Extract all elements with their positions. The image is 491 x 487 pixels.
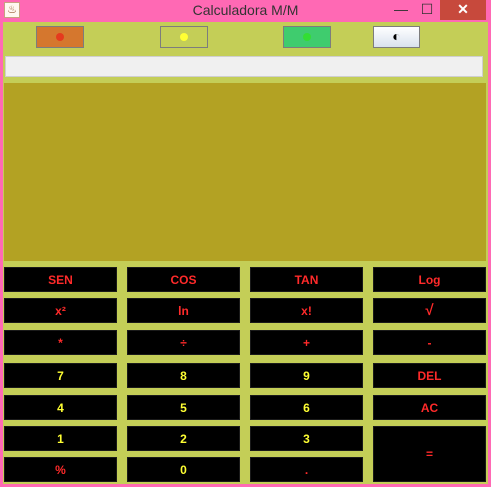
result-display — [4, 83, 486, 261]
four-button[interactable]: 4 — [4, 395, 117, 420]
sqrt-button[interactable]: √ — [373, 298, 486, 323]
contrast-icon: ◐ — [392, 28, 401, 44]
three-button[interactable]: 3 — [250, 426, 363, 451]
equals-button[interactable]: = — [373, 426, 486, 482]
two-button[interactable]: 2 — [127, 426, 240, 451]
sen-button[interactable]: SEN — [4, 267, 117, 292]
square-button[interactable]: x² — [4, 298, 117, 323]
cos-button[interactable]: COS — [127, 267, 240, 292]
zero-button[interactable]: 0 — [127, 457, 240, 482]
divide-button[interactable]: ÷ — [127, 330, 240, 355]
five-button[interactable]: 5 — [127, 395, 240, 420]
plus-button[interactable]: + — [250, 330, 363, 355]
expression-input[interactable] — [5, 56, 483, 77]
ac-button[interactable]: AC — [373, 395, 486, 420]
calculator-panel: ◐ SEN COS TAN Log x² ln x! √ * ÷ + - 7 8… — [3, 22, 488, 484]
close-button[interactable]: ✕ — [440, 0, 486, 20]
minimize-button[interactable]: — — [388, 0, 414, 20]
factorial-button[interactable]: x! — [250, 298, 363, 323]
orange-dot-icon — [56, 33, 64, 41]
one-button[interactable]: 1 — [4, 426, 117, 451]
nine-button[interactable]: 9 — [250, 363, 363, 388]
six-button[interactable]: 6 — [250, 395, 363, 420]
title-bar: ♨ Calculadora M/M — ☐ ✕ — [0, 0, 491, 22]
log-button[interactable]: Log — [373, 267, 486, 292]
ln-button[interactable]: ln — [127, 298, 240, 323]
decimal-point-button[interactable]: . — [250, 457, 363, 482]
tan-button[interactable]: TAN — [250, 267, 363, 292]
yellow-theme-button[interactable] — [160, 26, 208, 48]
green-theme-button[interactable] — [283, 26, 331, 48]
contrast-theme-button[interactable]: ◐ — [373, 26, 420, 48]
yellow-dot-icon — [180, 33, 188, 41]
orange-theme-button[interactable] — [36, 26, 84, 48]
del-button[interactable]: DEL — [373, 363, 486, 388]
maximize-button[interactable]: ☐ — [414, 0, 440, 20]
minus-button[interactable]: - — [373, 330, 486, 355]
multiply-button[interactable]: * — [4, 330, 117, 355]
percent-button[interactable]: % — [4, 457, 117, 482]
eight-button[interactable]: 8 — [127, 363, 240, 388]
green-dot-icon — [303, 33, 311, 41]
seven-button[interactable]: 7 — [4, 363, 117, 388]
